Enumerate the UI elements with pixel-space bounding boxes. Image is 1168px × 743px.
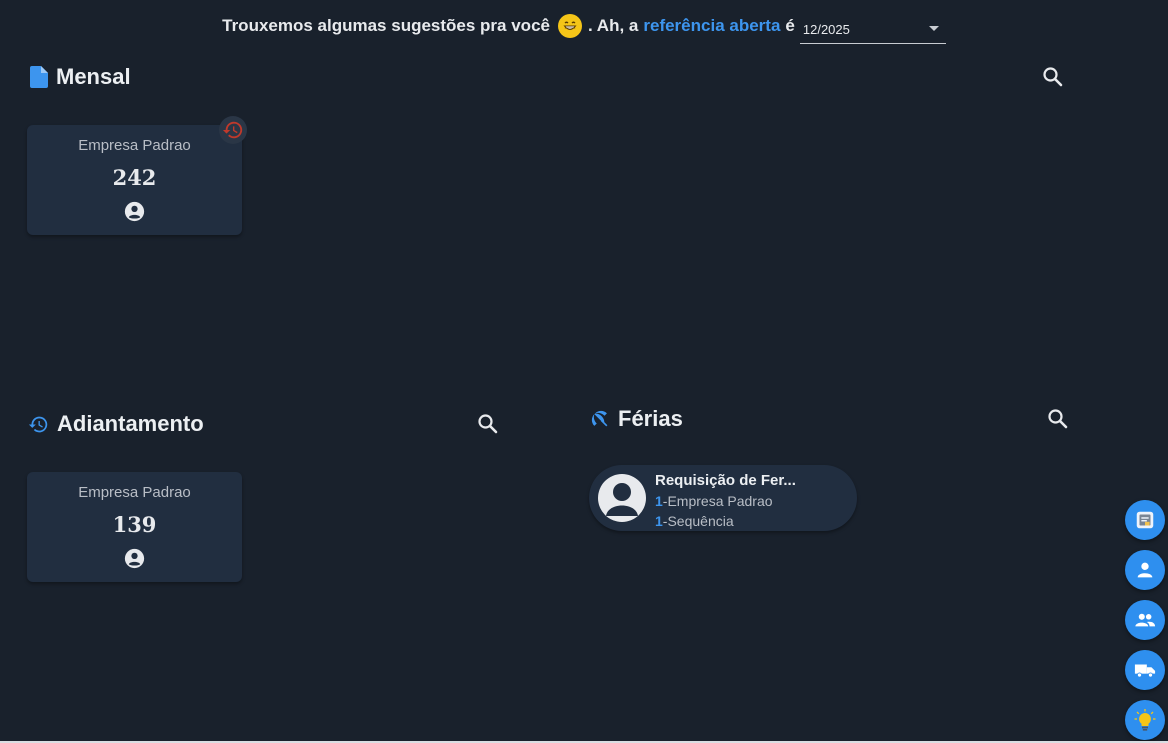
vacation-request-card[interactable]: Requisição de Fer... 1-Empresa Padrao 1-…: [589, 465, 857, 531]
grinning-emoji-icon: [557, 14, 582, 38]
section-title-adiantamento: Adiantamento: [28, 411, 204, 437]
sequence-label: -Sequência: [662, 513, 734, 529]
truck-fab-button[interactable]: [1125, 650, 1165, 690]
person-fab-button[interactable]: [1125, 550, 1165, 590]
caret-down-icon: [928, 25, 939, 31]
header-text-after: é: [785, 16, 795, 35]
beach-umbrella-icon: [591, 410, 608, 427]
company-label: -Empresa Padrao: [662, 493, 773, 509]
reference-select[interactable]: 12/2025: [799, 14, 946, 44]
header-text: Trouxemos algumas sugestões pra você: [222, 16, 550, 35]
search-icon[interactable]: [476, 412, 500, 436]
person-avatar-icon: [606, 483, 638, 516]
report-icon: [1136, 511, 1154, 529]
lightbulb-fab-button[interactable]: [1125, 700, 1165, 740]
card-count: 139: [112, 512, 157, 537]
header-text-middle: . Ah, a: [587, 16, 639, 35]
people-fab-button[interactable]: [1125, 600, 1165, 640]
mensal-company-card[interactable]: Empresa Padrao 242: [27, 116, 247, 235]
report-fab-button[interactable]: [1125, 500, 1165, 540]
section-title-mensal: Mensal: [30, 64, 131, 90]
vacation-sequence-line: 1-Sequência: [655, 513, 734, 529]
avatar: [598, 474, 646, 522]
card-company: Empresa Padrao: [78, 484, 191, 501]
document-icon: [30, 66, 48, 88]
vacation-request-title: Requisição de Fer...: [655, 472, 796, 489]
search-icon[interactable]: [1041, 65, 1065, 89]
person-icon: [1137, 562, 1153, 578]
search-icon[interactable]: [1046, 407, 1070, 431]
open-reference-link[interactable]: referência aberta: [643, 16, 780, 36]
people-icon: [1135, 613, 1156, 627]
adiantamento-company-card[interactable]: Empresa Padrao 139: [27, 472, 242, 582]
account-circle-icon: [124, 201, 145, 222]
reference-value: 12/2025: [802, 21, 850, 37]
mensal-title: Mensal: [56, 64, 131, 89]
lightbulb-icon: [1134, 709, 1156, 731]
section-title-ferias: Férias: [590, 406, 683, 432]
suggestions-header: Trouxemos algumas sugestões pra você . A…: [0, 10, 1168, 44]
history-icon: [28, 416, 48, 432]
company-number: 1: [655, 493, 663, 509]
truck-icon: [1134, 664, 1156, 678]
sequence-number: 1: [655, 513, 663, 529]
vacation-company-line: 1-Empresa Padrao: [655, 493, 773, 509]
adiantamento-title: Adiantamento: [57, 411, 204, 436]
card-count: 242: [112, 165, 157, 190]
ferias-title: Férias: [618, 406, 683, 431]
account-circle-icon: [124, 548, 145, 569]
card-company: Empresa Padrao: [78, 137, 191, 154]
